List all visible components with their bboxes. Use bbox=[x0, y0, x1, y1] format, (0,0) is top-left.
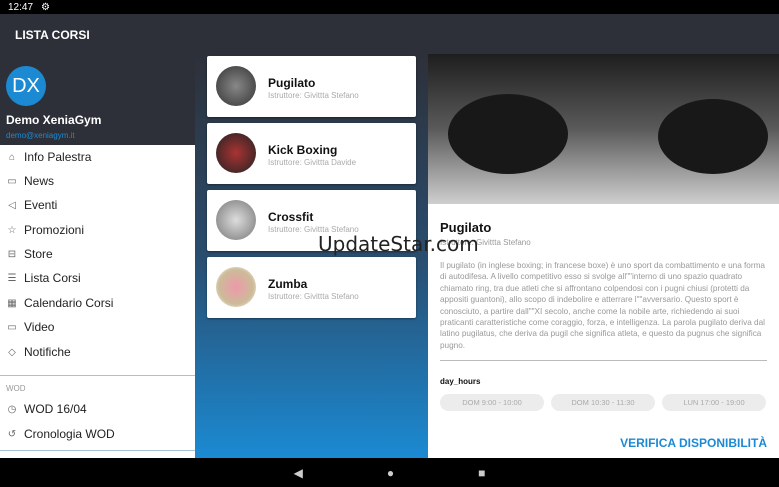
recents-icon[interactable]: ■ bbox=[478, 466, 485, 480]
hour-chip[interactable]: DOM 9:00 - 10:00 bbox=[440, 394, 544, 411]
course-instructor: Istruttore: Givittta Davide bbox=[268, 158, 357, 167]
course-name: Zumba bbox=[268, 277, 308, 291]
course-name: Crossfit bbox=[268, 210, 314, 224]
menu-item-wod[interactable]: ◷ WOD 16/04 bbox=[0, 398, 195, 420]
page-title: LISTA CORSI bbox=[15, 28, 90, 42]
course-name: Kick Boxing bbox=[268, 143, 338, 157]
course-instructor: Istruttore: Givittta Stefano bbox=[268, 91, 359, 100]
course-thumbnail bbox=[216, 133, 256, 173]
divider bbox=[0, 450, 195, 451]
course-instructor: Istruttore: Givittta Stefano bbox=[268, 292, 359, 301]
nav-drawer: DX Demo XeniaGym demo@xeniagym.it ⌂ Info … bbox=[0, 54, 195, 458]
app-bar: LISTA CORSI bbox=[0, 14, 779, 54]
home-icon: ⌂ bbox=[8, 151, 16, 163]
drawer-menu: ⌂ Info Palestra ▭ News ◁ Eventi ☆ Promozioni… bbox=[0, 145, 195, 458]
menu-item-notifiche[interactable]: ◇ Notifiche bbox=[0, 341, 195, 363]
menu-item-cronologia-wod[interactable]: ↺ Cronologia WOD bbox=[0, 423, 195, 445]
course-name: Pugilato bbox=[268, 76, 316, 90]
divider bbox=[440, 360, 767, 361]
timer-icon: ◷ bbox=[7, 403, 17, 415]
back-icon[interactable]: ◀ bbox=[294, 466, 303, 480]
course-thumbnail bbox=[216, 200, 256, 240]
settings-icon: ⚙ bbox=[41, 1, 50, 13]
menu-label: WOD 16/04 bbox=[24, 402, 87, 416]
menu-label: Notifiche bbox=[24, 345, 71, 359]
course-thumbnail bbox=[216, 267, 256, 307]
menu-label: Lista Corsi bbox=[24, 271, 81, 285]
menu-item-calendario-corsi[interactable]: ▦ Calendario Corsi bbox=[0, 292, 195, 314]
calendar-icon: ▦ bbox=[7, 297, 17, 309]
user-email: demo@xeniagym.it bbox=[6, 131, 75, 140]
menu-label: Info Palestra bbox=[24, 150, 92, 164]
home-button-icon[interactable]: ● bbox=[387, 466, 394, 480]
list-icon: ☰ bbox=[7, 272, 17, 284]
course-thumbnail bbox=[216, 66, 256, 106]
detail-description: Il pugilato (in inglese boxing; in franc… bbox=[440, 261, 765, 350]
section-wod: WOD bbox=[6, 384, 26, 393]
clock: 12:47 bbox=[8, 1, 34, 13]
menu-label: Calendario Corsi bbox=[24, 296, 114, 310]
megaphone-icon: ◁ bbox=[8, 199, 16, 211]
chat-icon: ▭ bbox=[7, 175, 17, 187]
course-card-zumba[interactable]: Zumba Istruttore: Givittta Stefano bbox=[207, 257, 416, 318]
video-icon: ▭ bbox=[7, 321, 17, 333]
menu-item-promozioni[interactable]: ☆ Promozioni bbox=[0, 219, 195, 241]
hour-chip[interactable]: LUN 17:00 - 19:00 bbox=[662, 394, 766, 411]
divider bbox=[0, 375, 195, 376]
menu-label: Eventi bbox=[24, 198, 58, 212]
menu-label: Cronologia WOD bbox=[24, 427, 115, 441]
verify-availability-button[interactable]: VERIFICA DISPONIBILITÀ bbox=[620, 436, 767, 450]
watermark: UpdateStar.com bbox=[318, 232, 479, 256]
history-icon: ↺ bbox=[7, 428, 17, 440]
system-nav-bar: ◀ ● ■ bbox=[0, 458, 779, 487]
course-image bbox=[428, 54, 779, 204]
user-name: Demo XeniaGym bbox=[6, 113, 102, 127]
menu-item-video[interactable]: ▭ Video bbox=[0, 316, 195, 338]
menu-item-eventi[interactable]: ◁ Eventi bbox=[0, 194, 195, 216]
menu-label: News bbox=[24, 174, 55, 188]
course-card-kick-boxing[interactable]: Kick Boxing Istruttore: Givittta Davide bbox=[207, 123, 416, 184]
menu-label: Store bbox=[24, 247, 53, 261]
course-detail: Pugilato Istruttore: Givittta Stefano Il… bbox=[428, 54, 779, 458]
hours-label: day_hours bbox=[440, 377, 481, 386]
menu-item-info-palestra[interactable]: ⌂ Info Palestra bbox=[0, 146, 195, 168]
hour-chip[interactable]: DOM 10:30 - 11:30 bbox=[551, 394, 655, 411]
avatar[interactable]: DX bbox=[6, 66, 46, 106]
menu-label: Promozioni bbox=[24, 223, 85, 237]
cart-icon: ⊟ bbox=[7, 248, 17, 260]
menu-item-news[interactable]: ▭ News bbox=[0, 170, 195, 192]
menu-item-store[interactable]: ⊟ Store bbox=[0, 243, 195, 265]
status-bar: 12:47 ⚙ ▾▮ bbox=[0, 0, 779, 458]
menu-label: Video bbox=[24, 320, 55, 334]
menu-item-lista-corsi[interactable]: ☰ Lista Corsi bbox=[0, 267, 195, 289]
course-card-pugilato[interactable]: Pugilato Istruttore: Givittta Stefano bbox=[207, 56, 416, 117]
course-list: Pugilato Istruttore: Givittta Stefano Kic… bbox=[195, 54, 428, 458]
bell-icon: ◇ bbox=[8, 346, 16, 358]
star-icon: ☆ bbox=[7, 224, 17, 236]
